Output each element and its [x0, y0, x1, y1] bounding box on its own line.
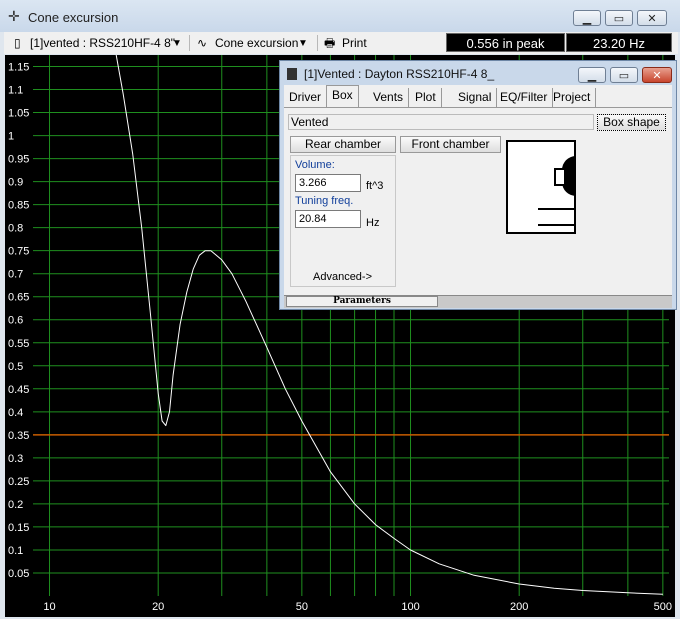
dialog-minimize-button[interactable]: ▁ — [578, 67, 606, 83]
y-tick-label: 0.1 — [8, 545, 23, 557]
title-bar: ✛ Cone excursion ▁ ▭ ✕ — [0, 0, 680, 32]
print-button[interactable]: Print — [342, 35, 367, 52]
tab-vents[interactable]: Vents — [368, 88, 410, 107]
dialog-file-icon — [287, 68, 297, 80]
frequency-readout: 23.20 Hz — [566, 33, 672, 52]
tab-box[interactable]: Box — [326, 85, 359, 108]
window-title: Cone excursion — [28, 10, 119, 25]
y-tick-label: 0.5 — [8, 361, 23, 373]
box-type-field[interactable]: Vented — [288, 114, 594, 130]
box-type-value: Vented — [291, 115, 329, 129]
y-tick-label: 1.1 — [8, 85, 23, 97]
close-icon: ✕ — [647, 12, 657, 25]
box-shape-button[interactable]: Box shape — [597, 114, 666, 131]
y-tick-label: 0.25 — [8, 476, 29, 488]
front-chamber-button[interactable]: Front chamber — [400, 136, 501, 153]
rear-chamber-button[interactable]: Rear chamber — [290, 136, 396, 153]
y-tick-label: 0.75 — [8, 246, 29, 258]
driver-select[interactable]: [1]vented : RSS210HF-4 8" — [30, 35, 175, 52]
driver-file-icon: ▯ — [14, 36, 21, 50]
tab-eq-filter[interactable]: EQ/Filter — [495, 88, 554, 107]
close-button[interactable]: ✕ — [637, 10, 667, 26]
y-tick-label: 1.15 — [8, 62, 29, 74]
rear-chamber-group: Volume: 3.266 ft^3 Tuning freq. 20.84 Hz… — [290, 155, 396, 287]
box-diagram — [506, 140, 576, 234]
box-panel: Vented Box shape Rear chamber Front cham… — [284, 107, 672, 296]
tab-plot[interactable]: Plot — [410, 88, 442, 107]
status-parameters: Parameters — [286, 296, 438, 307]
y-tick-label: 0.45 — [8, 384, 29, 396]
dialog-maximize-button[interactable]: ▭ — [610, 67, 638, 83]
minimize-icon: ▁ — [582, 12, 592, 25]
toolbar-separator — [317, 35, 318, 51]
x-tick-label: 100 — [401, 601, 419, 613]
waveform-icon: ∿ — [197, 36, 208, 50]
x-tick-label: 50 — [296, 601, 308, 613]
box-dialog: [1]Vented : Dayton RSS210HF-4 8_ ▁ ▭ ✕ D… — [279, 60, 677, 310]
x-tick-label: 10 — [43, 601, 55, 613]
y-tick-label: 0.55 — [8, 338, 29, 350]
dialog-status-bar: Parameters — [284, 295, 672, 308]
printer-icon: 🖶 — [324, 36, 336, 50]
volume-unit: ft^3 — [366, 180, 384, 192]
advanced-button[interactable]: Advanced-> — [313, 271, 372, 283]
app-icon: ✛ — [8, 8, 20, 24]
peak-readout: 0.556 in peak — [446, 33, 565, 52]
y-tick-label: 0.95 — [8, 154, 29, 166]
maximize-icon: ▭ — [613, 12, 625, 25]
y-tick-label: 0.6 — [8, 315, 23, 327]
dialog-body: Driver Box Vents Plot Signal EQ/Filter P… — [284, 85, 672, 308]
maximize-icon: ▭ — [618, 69, 630, 82]
vent-bottom-line — [538, 224, 574, 226]
y-tick-label: 0.65 — [8, 292, 29, 304]
x-tick-label: 200 — [510, 601, 528, 613]
app-window: ✛ Cone excursion ▁ ▭ ✕ ▯ [1]vented : RSS… — [0, 0, 680, 619]
toolbar-separator — [189, 35, 190, 51]
driver-dropdown-icon[interactable]: ▼ — [172, 35, 182, 52]
x-tick-label: 20 — [152, 601, 164, 613]
minimize-icon: ▁ — [587, 69, 597, 82]
y-tick-label: 0.35 — [8, 430, 29, 442]
y-tick-label: 0.05 — [8, 568, 29, 580]
tab-signal[interactable]: Signal — [453, 88, 498, 107]
y-tick-label: 0.9 — [8, 177, 23, 189]
x-tick-label: 500 — [654, 601, 672, 613]
graph-dropdown-icon[interactable]: ▼ — [298, 35, 308, 52]
tuning-freq-label: Tuning freq. — [295, 195, 354, 207]
vent-top-line — [538, 208, 574, 210]
y-tick-label: 0.7 — [8, 269, 23, 281]
graph-select[interactable]: Cone excursion — [215, 35, 298, 52]
maximize-button[interactable]: ▭ — [605, 10, 633, 26]
tuning-freq-unit: Hz — [366, 217, 380, 229]
dialog-tabs: Driver Box Vents Plot Signal EQ/Filter P… — [284, 85, 672, 108]
y-tick-label: 0.3 — [8, 453, 23, 465]
minimize-button[interactable]: ▁ — [573, 10, 601, 26]
y-tick-label: 1.05 — [8, 108, 29, 120]
driver-magnet-icon — [554, 168, 566, 186]
y-tick-label: 0.2 — [8, 499, 23, 511]
y-tick-label: 1 — [8, 131, 14, 143]
dialog-title: [1]Vented : Dayton RSS210HF-4 8_ — [304, 67, 495, 81]
volume-label: Volume: — [295, 159, 335, 171]
y-tick-label: 0.15 — [8, 522, 29, 534]
tuning-freq-input[interactable]: 20.84 — [295, 210, 361, 228]
close-icon: ✕ — [652, 69, 662, 82]
tab-driver[interactable]: Driver — [284, 88, 327, 107]
dialog-close-button[interactable]: ✕ — [642, 67, 672, 83]
y-tick-label: 0.8 — [8, 223, 23, 235]
volume-input[interactable]: 3.266 — [295, 174, 361, 192]
toolbar: ▯ [1]vented : RSS210HF-4 8" ▼ ∿ Cone exc… — [4, 32, 678, 54]
y-tick-label: 0.4 — [8, 407, 23, 419]
tab-project[interactable]: Project — [548, 88, 597, 107]
y-tick-label: 0.85 — [8, 200, 29, 212]
